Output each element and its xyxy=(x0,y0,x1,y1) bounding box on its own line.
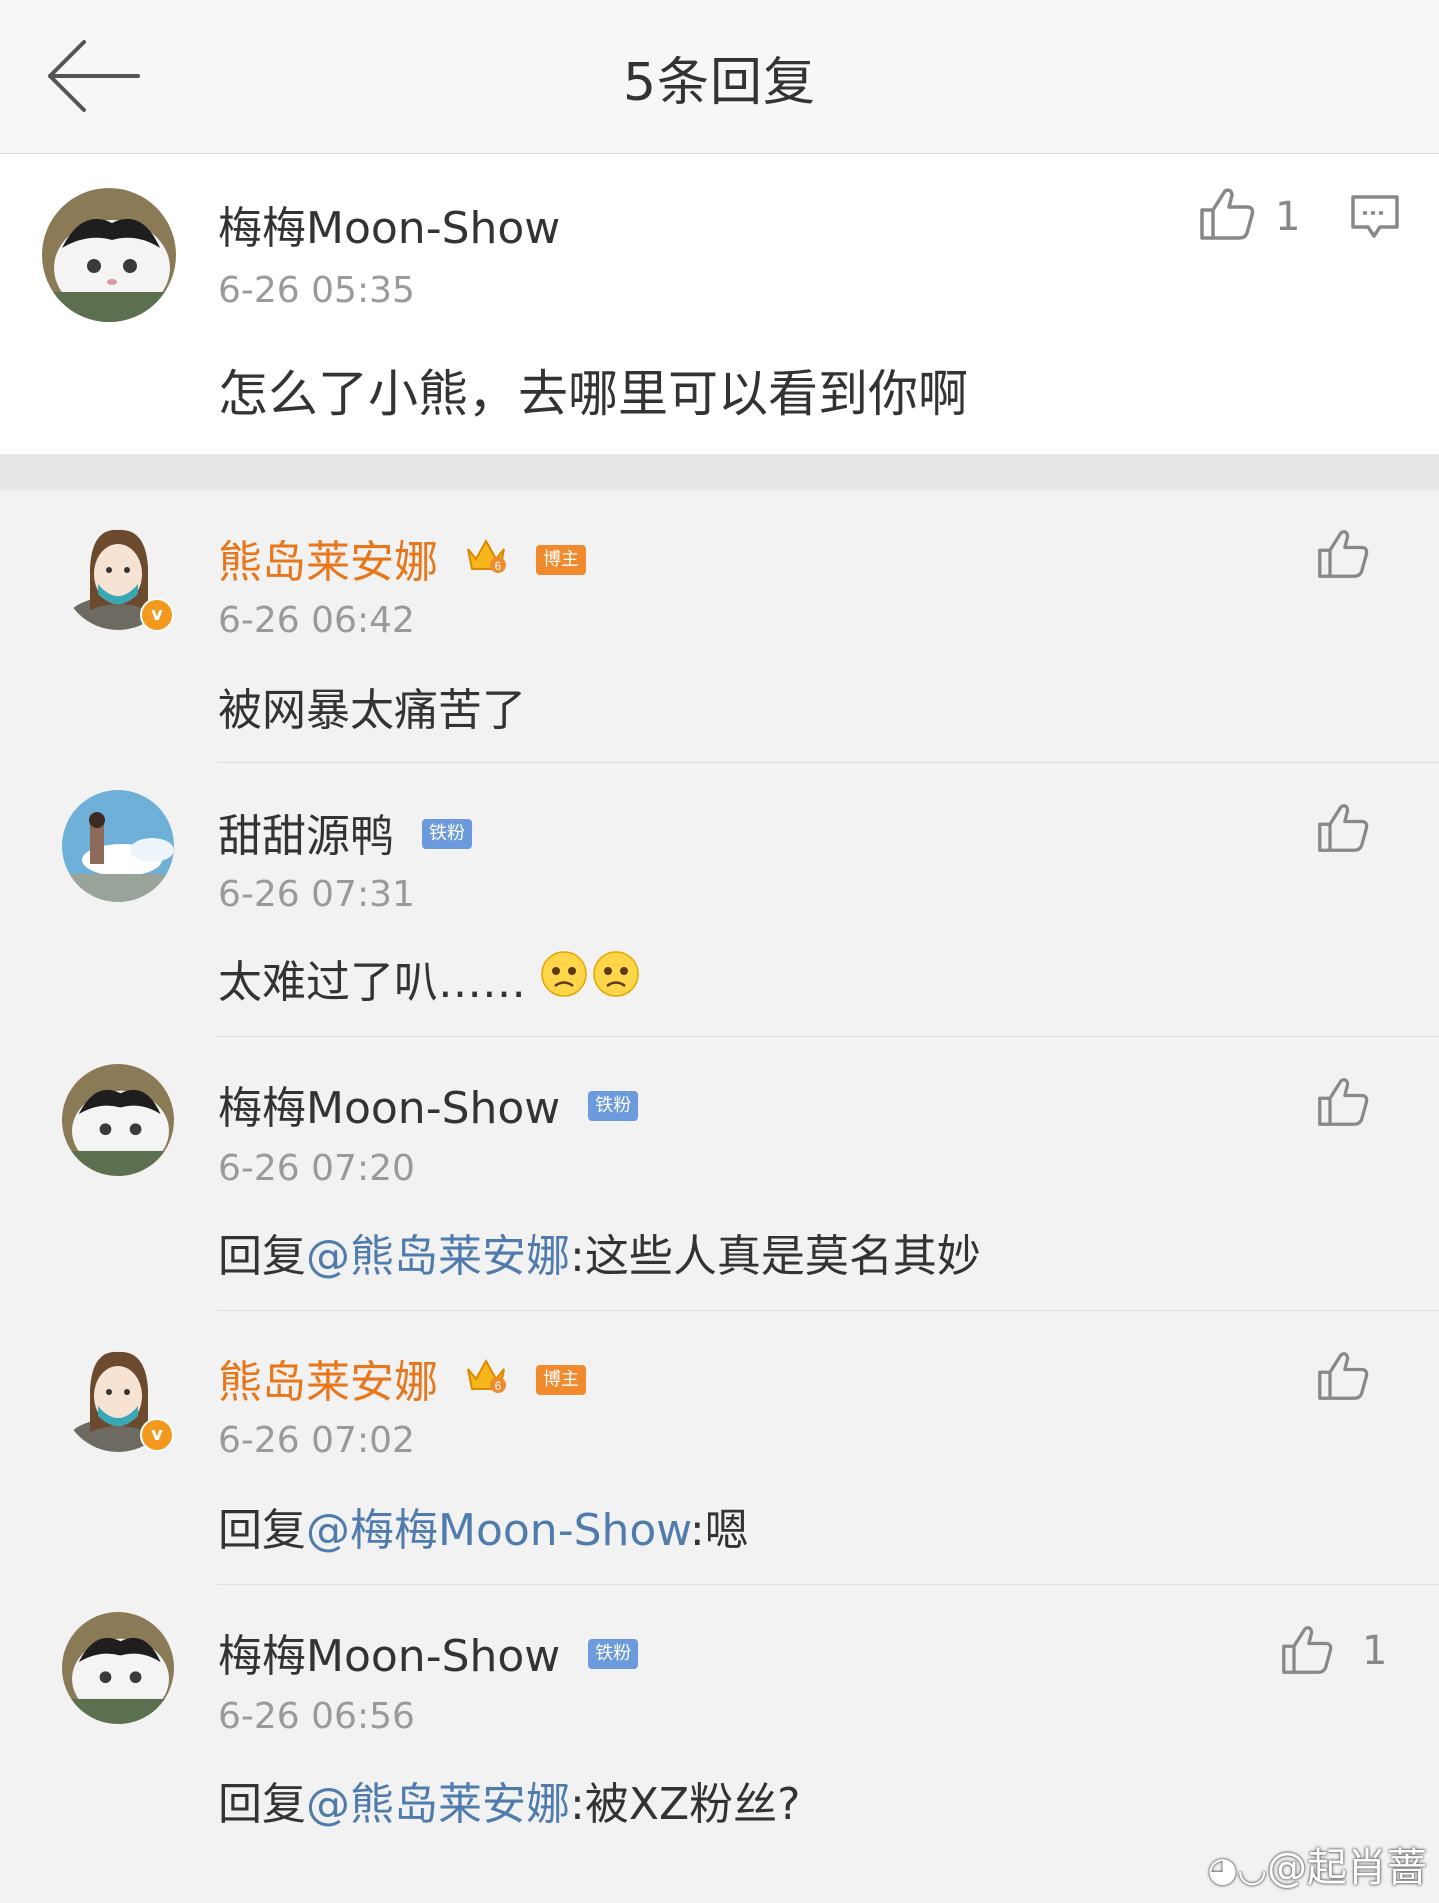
fan-badge: 铁粉 xyxy=(422,819,472,849)
thumbs-up-icon xyxy=(1318,804,1369,852)
comment-icon xyxy=(1351,195,1399,238)
replier-name-text: 甜甜源鸭 xyxy=(218,811,394,862)
replier-name[interactable]: 梅梅Moon-Show 铁粉 xyxy=(218,1072,639,1136)
replier-name[interactable]: 甜甜源鸭 铁粉 xyxy=(218,800,472,864)
reply-time: 6-26 07:31 xyxy=(218,874,415,915)
mention-link[interactable]: @熊岛莱安娜 xyxy=(306,1779,570,1830)
divider xyxy=(217,1310,1439,1311)
replier-name[interactable]: 熊岛莱安娜 6 博主 xyxy=(218,1346,586,1411)
thumbs-up-icon xyxy=(1318,1078,1369,1126)
mention-link[interactable]: @熊岛莱安娜 xyxy=(306,1231,570,1282)
replier-name-text: 梅梅Moon-Show xyxy=(218,1631,561,1682)
host-badge: 博主 xyxy=(536,545,586,575)
divider xyxy=(217,762,1439,763)
thumbs-up-icon xyxy=(1318,530,1369,578)
avatar[interactable] xyxy=(62,790,174,902)
mention-link[interactable]: @梅梅Moon-Show xyxy=(306,1505,690,1556)
reply-text: 回复@熊岛莱安娜:这些人真是莫名其妙 xyxy=(218,1220,981,1284)
reply-text: 回复@熊岛莱安娜:被XZ粉丝? xyxy=(218,1768,800,1832)
reply-body: :这些人真是莫名其妙 xyxy=(570,1231,981,1282)
reply-time: 6-26 07:20 xyxy=(218,1148,415,1189)
like-button[interactable] xyxy=(1198,186,1256,246)
reply-list: v 熊岛莱安娜 6 博主 6-26 06:42 被网暴太痛苦了 甜甜源鸭 铁粉 … xyxy=(0,490,1439,1903)
like-button[interactable] xyxy=(1316,1076,1370,1132)
replier-name-text: 熊岛莱安娜 xyxy=(218,1357,438,1408)
reply-body: :嗯 xyxy=(689,1505,749,1556)
svg-text:6: 6 xyxy=(495,1379,502,1393)
verified-badge-icon: v xyxy=(140,1418,174,1452)
main-comment: 梅梅Moon-Show 6-26 05:35 怎么了小熊，去哪里可以看到你啊 1 xyxy=(0,154,1439,454)
reply-button[interactable] xyxy=(1350,194,1400,246)
verified-badge-icon: v xyxy=(140,598,174,632)
like-count: 1 xyxy=(1275,194,1301,240)
reply-time: 6-26 06:56 xyxy=(218,1696,415,1737)
like-count: 1 xyxy=(1362,1628,1388,1674)
like-button[interactable] xyxy=(1316,802,1370,858)
host-badge: 博主 xyxy=(536,1365,586,1395)
sad-face-emoji-icon xyxy=(540,949,640,1010)
like-button[interactable] xyxy=(1316,528,1370,584)
replier-name[interactable]: 梅梅Moon-Show 铁粉 xyxy=(218,1620,639,1684)
svg-text:6: 6 xyxy=(495,559,502,573)
reply-text: 被网暴太痛苦了 xyxy=(218,685,526,736)
watermark: ◕◡@起肖蔷 xyxy=(1208,1835,1427,1893)
watermark-text: @起肖蔷 xyxy=(1267,1845,1427,1891)
replier-name-text: 熊岛莱安娜 xyxy=(218,537,438,588)
reply-text: 回复@梅梅Moon-Show:嗯 xyxy=(218,1494,749,1558)
divider xyxy=(217,1036,1439,1037)
page-title: 5条回复 xyxy=(622,53,817,113)
thumbs-up-icon xyxy=(1318,1352,1369,1400)
thumbs-up-icon xyxy=(1200,188,1255,240)
avatar[interactable] xyxy=(42,188,176,322)
replier-name-text: 梅梅Moon-Show xyxy=(218,1083,561,1134)
avatar[interactable] xyxy=(62,1064,174,1176)
reply-text-body: 太难过了叭…… xyxy=(218,957,526,1008)
reply-body: :被XZ粉丝? xyxy=(570,1779,801,1830)
fan-badge: 铁粉 xyxy=(588,1091,639,1121)
section-separator xyxy=(0,454,1439,490)
like-button[interactable] xyxy=(1280,1624,1334,1680)
commenter-name[interactable]: 梅梅Moon-Show xyxy=(218,192,560,256)
thumbs-up-icon xyxy=(1282,1626,1333,1674)
like-button[interactable] xyxy=(1316,1350,1370,1406)
avatar[interactable] xyxy=(62,1612,174,1724)
reply-prefix: 回复 xyxy=(218,1505,306,1556)
comment-time: 6-26 05:35 xyxy=(218,270,415,311)
reply-prefix: 回复 xyxy=(218,1231,306,1282)
reply-time: 6-26 07:02 xyxy=(218,1420,415,1461)
replier-name[interactable]: 熊岛莱安娜 6 博主 xyxy=(218,526,586,591)
fan-badge: 铁粉 xyxy=(588,1639,639,1669)
crown-vip-icon: 6 xyxy=(464,1355,508,1406)
weibo-logo-icon: ◕◡ xyxy=(1207,1850,1267,1890)
divider xyxy=(217,1584,1439,1585)
reply-prefix: 回复 xyxy=(218,1779,306,1830)
top-bar: 5条回复 xyxy=(0,0,1439,154)
crown-vip-icon: 6 xyxy=(464,535,508,586)
comment-text: 怎么了小熊，去哪里可以看到你啊 xyxy=(218,365,968,423)
reply-time: 6-26 06:42 xyxy=(218,600,415,641)
reply-text: 太难过了叭…… xyxy=(218,946,640,1016)
